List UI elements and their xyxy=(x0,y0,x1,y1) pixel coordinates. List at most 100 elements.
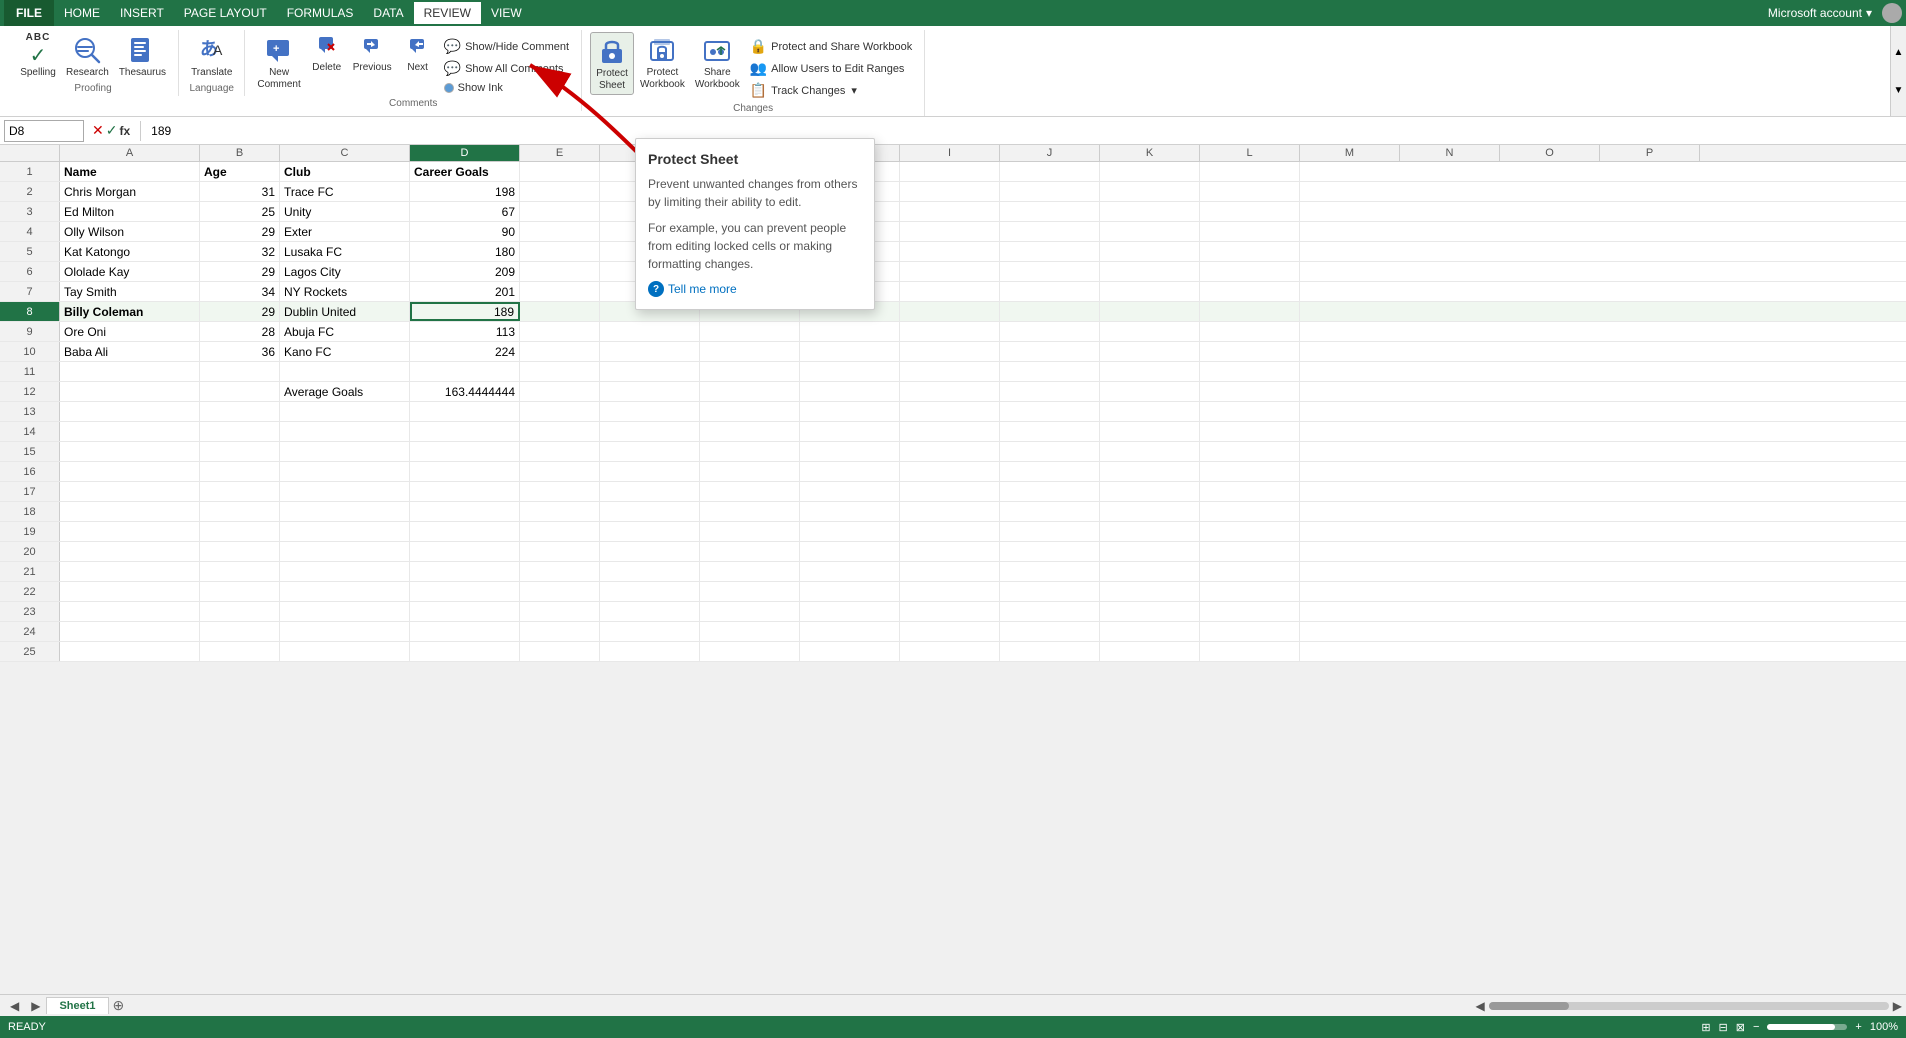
cell-c7[interactable]: NY Rockets xyxy=(280,282,410,301)
cell-b10[interactable]: 36 xyxy=(200,342,280,361)
col-header-o[interactable]: O xyxy=(1500,145,1600,161)
zoom-out[interactable]: − xyxy=(1753,1021,1759,1033)
cell-b2[interactable]: 31 xyxy=(200,182,280,201)
cell-i1[interactable] xyxy=(900,162,1000,181)
cell-d12[interactable]: 163.4444444 xyxy=(410,382,520,401)
previous-comment-button[interactable]: Previous xyxy=(349,32,396,76)
scroll-left[interactable]: ◀ xyxy=(1476,999,1485,1013)
show-all-comments-button[interactable]: 💬 Show All Comments xyxy=(440,58,573,79)
cell-a5[interactable]: Kat Katongo xyxy=(60,242,200,261)
col-header-p[interactable]: P xyxy=(1600,145,1700,161)
cell-c9[interactable]: Abuja FC xyxy=(280,322,410,341)
col-header-j[interactable]: J xyxy=(1000,145,1100,161)
cell-c2[interactable]: Trace FC xyxy=(280,182,410,201)
col-header-k[interactable]: K xyxy=(1100,145,1200,161)
cell-a9[interactable]: Ore Oni xyxy=(60,322,200,341)
view-normal[interactable]: ⊞ xyxy=(1701,1021,1710,1034)
delete-comment-button[interactable]: Delete xyxy=(307,32,347,76)
col-header-e[interactable]: E xyxy=(520,145,600,161)
cell-c12[interactable]: Average Goals xyxy=(280,382,410,401)
col-header-m[interactable]: M xyxy=(1300,145,1400,161)
col-header-l[interactable]: L xyxy=(1200,145,1300,161)
protect-share-button[interactable]: 🔒 Protect and Share Workbook xyxy=(746,36,916,57)
cell-d2[interactable]: 198 xyxy=(410,182,520,201)
track-changes-dropdown[interactable]: ▾ xyxy=(851,84,857,97)
cell-l1[interactable] xyxy=(1200,162,1300,181)
cell-b3[interactable]: 25 xyxy=(200,202,280,221)
track-changes-button[interactable]: 📋 Track Changes ▾ xyxy=(746,80,916,101)
file-menu[interactable]: FILE xyxy=(4,0,54,26)
cell-c10[interactable]: Kano FC xyxy=(280,342,410,361)
col-header-n[interactable]: N xyxy=(1400,145,1500,161)
research-button[interactable]: Research xyxy=(62,32,113,81)
confirm-formula-button[interactable]: ✓ xyxy=(106,122,118,139)
cell-b8[interactable]: 29 xyxy=(200,302,280,321)
cell-d5[interactable]: 180 xyxy=(410,242,520,261)
formulas-menu[interactable]: FORMULAS xyxy=(277,2,364,24)
ribbon-scroll-down[interactable]: ▼ xyxy=(1890,64,1906,116)
cell-b9[interactable]: 28 xyxy=(200,322,280,341)
cell-e1[interactable] xyxy=(520,162,600,181)
insert-function-button[interactable]: fx xyxy=(119,124,130,138)
cell-k1[interactable] xyxy=(1100,162,1200,181)
add-sheet-button[interactable]: ⊕ xyxy=(109,997,129,1014)
insert-menu[interactable]: INSERT xyxy=(110,2,174,24)
sheet-tab-1[interactable]: Sheet1 xyxy=(46,997,108,1014)
cell-d8[interactable]: 189 xyxy=(410,302,520,321)
view-page-layout[interactable]: ⊟ xyxy=(1719,1021,1728,1034)
horizontal-scrollbar-thumb[interactable] xyxy=(1489,1002,1569,1010)
show-ink-button[interactable]: Show Ink xyxy=(440,80,573,96)
sheet-nav-prev[interactable]: ◀ xyxy=(4,999,25,1013)
home-menu[interactable]: HOME xyxy=(54,2,110,24)
col-header-i[interactable]: I xyxy=(900,145,1000,161)
account-info[interactable]: Microsoft account ▾ xyxy=(1768,3,1902,23)
cell-j1[interactable] xyxy=(1000,162,1100,181)
cell-d4[interactable]: 90 xyxy=(410,222,520,241)
cell-a4[interactable]: Olly Wilson xyxy=(60,222,200,241)
thesaurus-button[interactable]: Thesaurus xyxy=(115,32,170,81)
cell-a1[interactable]: Name xyxy=(60,162,200,181)
protect-sheet-button[interactable]: Protect Sheet xyxy=(590,32,634,95)
col-header-b[interactable]: B xyxy=(200,145,280,161)
scroll-right[interactable]: ▶ xyxy=(1893,999,1902,1013)
col-header-c[interactable]: C xyxy=(280,145,410,161)
col-header-a[interactable]: A xyxy=(60,145,200,161)
cell-d3[interactable]: 67 xyxy=(410,202,520,221)
cancel-formula-button[interactable]: ✕ xyxy=(92,122,104,139)
cell-b6[interactable]: 29 xyxy=(200,262,280,281)
cell-b5[interactable]: 32 xyxy=(200,242,280,261)
col-header-d[interactable]: D xyxy=(410,145,520,161)
cell-d7[interactable]: 201 xyxy=(410,282,520,301)
view-menu[interactable]: VIEW xyxy=(481,2,532,24)
cell-b7[interactable]: 34 xyxy=(200,282,280,301)
protect-workbook-button[interactable]: Protect Workbook xyxy=(636,32,689,93)
spelling-button[interactable]: ABC ✓ Spelling xyxy=(16,32,60,81)
cell-a8[interactable]: Billy Coleman xyxy=(60,302,200,321)
cell-a3[interactable]: Ed Milton xyxy=(60,202,200,221)
page-layout-menu[interactable]: PAGE LAYOUT xyxy=(174,2,277,24)
cell-d1[interactable]: Career Goals xyxy=(410,162,520,181)
review-menu[interactable]: REVIEW xyxy=(414,2,481,24)
show-hide-comment-button[interactable]: 💬 Show/Hide Comment xyxy=(440,36,573,57)
sheet-nav-next[interactable]: ▶ xyxy=(25,999,46,1013)
new-comment-button[interactable]: + New Comment xyxy=(253,32,304,93)
cell-a10[interactable]: Baba Ali xyxy=(60,342,200,361)
next-comment-button[interactable]: Next xyxy=(398,32,438,76)
cell-c8[interactable]: Dublin United xyxy=(280,302,410,321)
cell-c4[interactable]: Exter xyxy=(280,222,410,241)
translate-button[interactable]: あA Translate xyxy=(187,32,236,81)
data-menu[interactable]: DATA xyxy=(363,2,413,24)
cell-b1[interactable]: Age xyxy=(200,162,280,181)
cell-b4[interactable]: 29 xyxy=(200,222,280,241)
tooltip-link[interactable]: ? Tell me more xyxy=(648,281,862,297)
formula-input[interactable] xyxy=(147,124,1902,138)
zoom-in[interactable]: + xyxy=(1855,1021,1861,1033)
view-page-break[interactable]: ⊠ xyxy=(1736,1021,1745,1034)
name-box[interactable]: D8 xyxy=(4,120,84,142)
cell-c5[interactable]: Lusaka FC xyxy=(280,242,410,261)
cell-c3[interactable]: Unity xyxy=(280,202,410,221)
cell-c1[interactable]: Club xyxy=(280,162,410,181)
share-workbook-button[interactable]: Share Workbook xyxy=(691,32,744,93)
cell-a2[interactable]: Chris Morgan xyxy=(60,182,200,201)
cell-a7[interactable]: Tay Smith xyxy=(60,282,200,301)
